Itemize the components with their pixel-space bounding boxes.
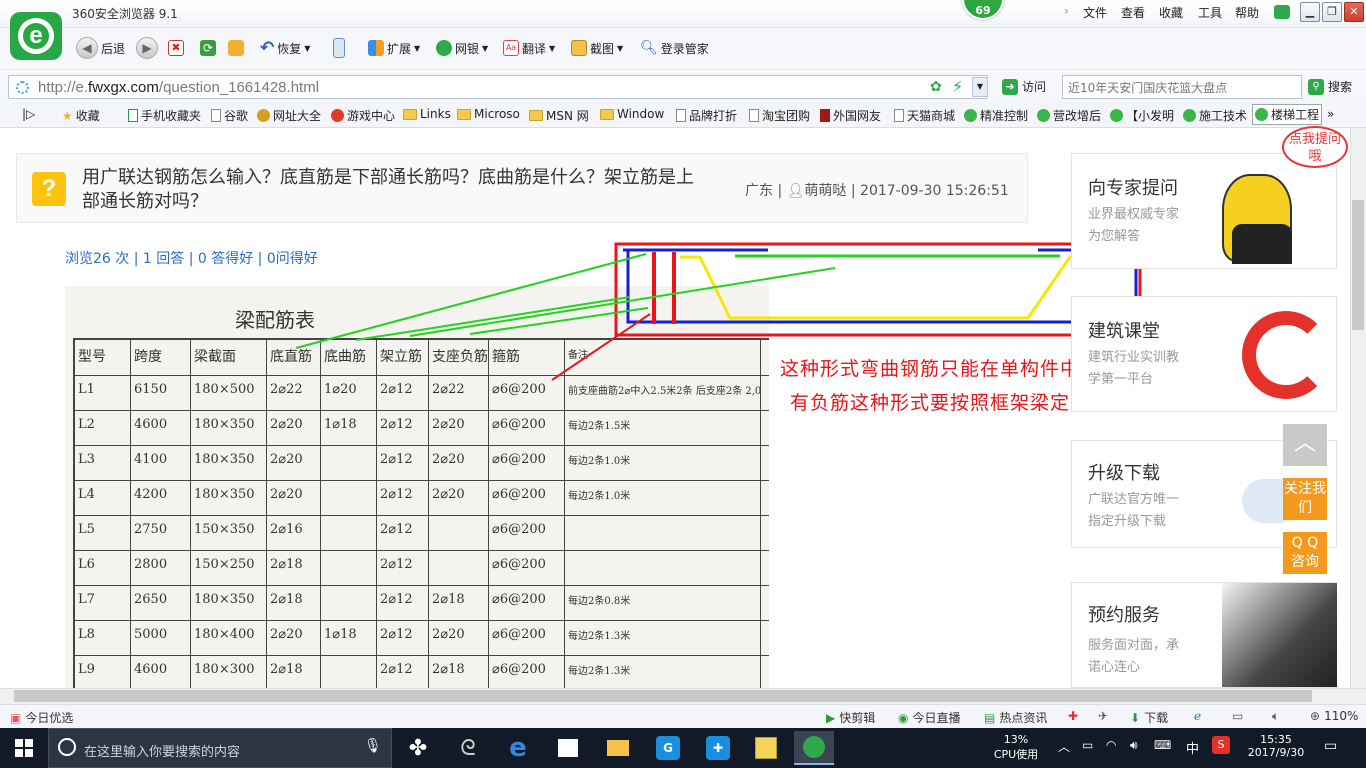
- cpu-label: CPU使用: [993, 748, 1039, 761]
- card-title: 向专家提问: [1088, 178, 1178, 199]
- taskbar-app-store[interactable]: [548, 731, 588, 765]
- today-picks-label: 今日优选: [25, 711, 74, 725]
- window-icon: ▭: [1232, 709, 1244, 723]
- clock[interactable]: 15:35 2017/9/30: [1244, 733, 1308, 759]
- today-picks[interactable]: ▣ 今日优选: [10, 709, 73, 726]
- status-live[interactable]: ◉ 今日直播: [898, 709, 961, 726]
- taskbar-app-explorer[interactable]: [598, 731, 638, 765]
- status-label: 热点资讯: [999, 711, 1048, 725]
- status-volume[interactable]: 🔈︎: [1272, 709, 1279, 724]
- glodon-icon: G: [656, 736, 680, 760]
- play-icon: ▶: [826, 710, 836, 725]
- card-subtitle: 为您解答: [1088, 229, 1141, 244]
- taskbar-app-glodon[interactable]: G: [648, 731, 688, 765]
- green-arrow-2: [355, 296, 631, 341]
- vertical-scroll-thumb[interactable]: [1352, 200, 1364, 330]
- edge-icon: e: [509, 733, 527, 763]
- status-label: 下载: [1144, 711, 1169, 725]
- pinwheel-icon: ✤: [408, 735, 428, 761]
- windows-logo-icon: [15, 739, 33, 757]
- card-subtitle: 建筑行业实训教: [1088, 350, 1180, 365]
- status-ie[interactable]: ℯ: [1194, 709, 1201, 723]
- status-label: 今日直播: [912, 711, 961, 725]
- network-icon[interactable]: ◠: [1106, 738, 1116, 752]
- card-title: 建筑课堂: [1088, 321, 1160, 342]
- microphone-icon[interactable]: 🎙︎: [364, 738, 382, 754]
- follow-us-button[interactable]: 关注我们: [1283, 478, 1327, 520]
- sogou-ime-icon[interactable]: S: [1212, 736, 1230, 754]
- swirl-icon: ᘓ: [460, 735, 476, 761]
- card-subtitle: 学第一平台: [1088, 372, 1154, 387]
- taskbar-app-tool[interactable]: ✚: [698, 731, 738, 765]
- ime-indicator[interactable]: 中: [1186, 738, 1199, 757]
- bent-bar: [680, 255, 1130, 320]
- zoom-level[interactable]: ⊕ 110%: [1310, 709, 1358, 723]
- card-subtitle: 服务面对面，承: [1088, 638, 1180, 653]
- windows-start-button[interactable]: [0, 728, 48, 768]
- card-subtitle: 业界最权威专家: [1088, 207, 1180, 222]
- card-appointment[interactable]: 预约服务 服务面对面，承 诺心连心: [1071, 582, 1337, 688]
- tool-icon: ✚: [706, 736, 730, 760]
- cpu-percent: 13%: [1003, 733, 1029, 746]
- horizontal-scroll-thumb[interactable]: [14, 690, 1312, 702]
- tray-expand-icon[interactable]: ︿: [1058, 738, 1070, 755]
- notes-icon: [755, 737, 777, 759]
- status-pin[interactable]: ✈: [1098, 709, 1108, 723]
- status-clip[interactable]: ▶ 快剪辑: [826, 709, 875, 726]
- clock-date: 2017/9/30: [1247, 746, 1305, 759]
- pin-icon: ✈: [1098, 709, 1109, 723]
- status-label: 快剪辑: [839, 711, 876, 725]
- annotation-line-1: 这种形式弯曲钢筋只能在单构件中输入: [780, 358, 1121, 380]
- card-subtitle: 广联达官方唯一: [1088, 492, 1180, 507]
- notification-icon[interactable]: ▭: [1324, 738, 1337, 754]
- status-window[interactable]: ▭: [1232, 709, 1243, 723]
- browser-360-icon: [803, 736, 825, 758]
- status-medic[interactable]: ✚: [1068, 709, 1078, 723]
- card-title: 升级下载: [1088, 463, 1160, 484]
- card-subtitle: 指定升级下载: [1088, 514, 1167, 529]
- handshake-photo: [1222, 583, 1337, 687]
- gift-icon: ▣: [10, 710, 22, 725]
- taskbar-app-notes[interactable]: [746, 731, 786, 765]
- card-title: 预约服务: [1088, 605, 1160, 626]
- medic-icon: ✚: [1068, 709, 1079, 723]
- qq-consult-button[interactable]: Q Q 咨询: [1283, 532, 1327, 574]
- store-icon: [558, 739, 578, 757]
- cpu-usage[interactable]: 13% CPU使用: [990, 733, 1042, 762]
- green-arrow-3: [409, 267, 836, 337]
- battery-icon[interactable]: ▭: [1082, 738, 1093, 752]
- status-download[interactable]: ⬇ 下载: [1130, 709, 1168, 726]
- red-arrow: [551, 313, 651, 381]
- mascot-body-icon: [1232, 224, 1292, 264]
- volume-icon[interactable]: 🔊︎: [1130, 738, 1138, 753]
- keyboard-icon[interactable]: ⌨: [1154, 738, 1171, 752]
- download-icon: ⬇: [1130, 710, 1141, 725]
- ie-icon: ℯ: [1194, 709, 1202, 723]
- live-icon: ◉: [898, 710, 909, 725]
- speaker-icon: 🔈︎: [1272, 709, 1280, 723]
- classroom-logo-icon: [1242, 311, 1330, 399]
- annotation-line-2: 有负筋这种形式要按照框架梁定义: [790, 392, 1091, 414]
- taskbar-app-pinwheel[interactable]: ✤: [398, 731, 438, 765]
- ask-bubble[interactable]: 点我提问哦: [1282, 126, 1348, 168]
- cortana-icon: [58, 738, 76, 756]
- clock-time: 15:35: [1260, 733, 1292, 746]
- bottom-bar: [626, 248, 1138, 324]
- news-icon: ▤: [984, 710, 996, 725]
- taskbar-app-swirl[interactable]: ᘓ: [448, 731, 488, 765]
- card-ask-expert[interactable]: 向专家提问 业界最权威专家 为您解答: [1071, 153, 1337, 269]
- taskbar-app-edge[interactable]: e: [498, 731, 538, 765]
- folder-icon: [607, 740, 629, 756]
- zoom-label: 110%: [1324, 709, 1359, 723]
- card-classroom[interactable]: 建筑课堂 建筑行业实训教 学第一平台: [1071, 296, 1337, 412]
- zoom-icon: ⊕: [1310, 709, 1321, 723]
- taskbar-search-placeholder: 在这里输入你要搜索的内容: [84, 745, 241, 760]
- back-to-top-button[interactable]: ︿: [1283, 424, 1327, 466]
- status-news[interactable]: ▤ 热点资讯: [984, 709, 1047, 726]
- taskbar-app-360-browser[interactable]: [794, 731, 834, 765]
- card-subtitle: 诺心连心: [1088, 660, 1141, 675]
